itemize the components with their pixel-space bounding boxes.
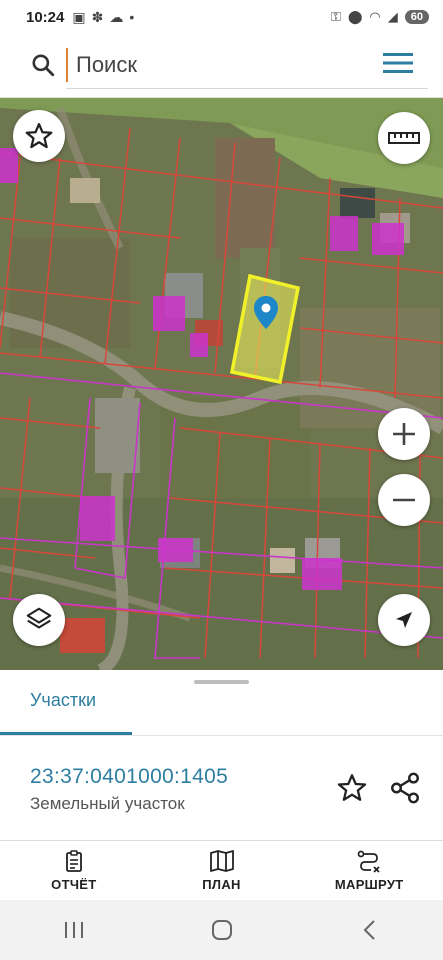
layers-button[interactable] <box>13 594 65 646</box>
status-time: 10:24 <box>26 8 65 26</box>
star-outline-icon <box>25 123 53 149</box>
cloud-icon: ☁ <box>109 8 124 25</box>
tab-parcels[interactable]: Участки <box>30 690 96 711</box>
hamburger-menu-icon[interactable] <box>383 51 413 75</box>
status-bar: 10:24 ▣ ✽ ☁ • ⚿ ⬤ ◠ ◢ 60 <box>0 0 443 34</box>
clipboard-icon <box>65 850 82 872</box>
search-bar <box>0 34 443 98</box>
favorite-map-button[interactable] <box>13 110 65 162</box>
status-left-icons: ▣ ✽ ☁ • <box>72 9 134 26</box>
back-icon[interactable] <box>360 919 380 941</box>
parcel-cadastral-number[interactable]: 23:37:0401000:1405 <box>30 765 228 789</box>
recent-apps-icon[interactable] <box>63 920 85 940</box>
status-right-icons: ⚿ ⬤ ◠ ◢ 60 <box>331 9 429 25</box>
route-icon <box>357 850 380 873</box>
system-nav-bar <box>0 900 443 960</box>
route-label: МАРШРУТ <box>334 877 404 892</box>
zoom-in-button[interactable] <box>378 408 430 460</box>
my-location-button[interactable] <box>378 594 430 646</box>
parcel-type: Земельный участок <box>30 794 185 813</box>
search-icon[interactable] <box>30 52 56 78</box>
share-icon[interactable] <box>388 771 422 805</box>
location-pin-icon[interactable] <box>254 296 278 330</box>
tabs-divider <box>0 735 443 736</box>
home-icon[interactable] <box>210 918 234 942</box>
route-button[interactable]: МАРШРУТ <box>295 841 443 900</box>
battery-indicator: 60 <box>404 10 429 24</box>
report-button[interactable]: ОТЧЁТ <box>0 841 148 900</box>
ruler-button[interactable] <box>378 112 430 164</box>
signal-icon: ◢ <box>387 9 398 24</box>
search-underline <box>66 88 428 89</box>
navigation-arrow-icon <box>396 612 412 628</box>
plus-icon <box>393 423 415 445</box>
satellite-map <box>0 98 443 670</box>
map-view[interactable] <box>0 98 443 670</box>
ruler-icon <box>388 132 420 144</box>
zoom-out-button[interactable] <box>378 474 430 526</box>
location-icon: ⬤ <box>347 9 363 24</box>
image-icon: ▣ <box>72 8 86 25</box>
plan-label: ПЛАН <box>202 877 241 892</box>
drag-handle[interactable] <box>194 680 249 684</box>
star-outline-icon[interactable] <box>336 772 368 804</box>
layers-icon <box>26 607 52 629</box>
bottom-sheet: Участки 23:37:0401000:1405 Земельный уча… <box>0 670 443 900</box>
map-icon <box>209 850 234 872</box>
vpn-key-icon: ⚿ <box>330 9 341 24</box>
search-input[interactable] <box>66 48 362 82</box>
report-label: ОТЧЁТ <box>51 877 97 892</box>
minus-icon <box>393 498 415 502</box>
plan-button[interactable]: ПЛАН <box>148 841 296 900</box>
wifi-icon: ◠ <box>369 9 381 24</box>
dot-icon: • <box>129 9 135 25</box>
action-bar: ОТЧЁТ ПЛАН МАРШРУТ <box>0 841 443 900</box>
fan-icon: ✽ <box>91 8 104 25</box>
